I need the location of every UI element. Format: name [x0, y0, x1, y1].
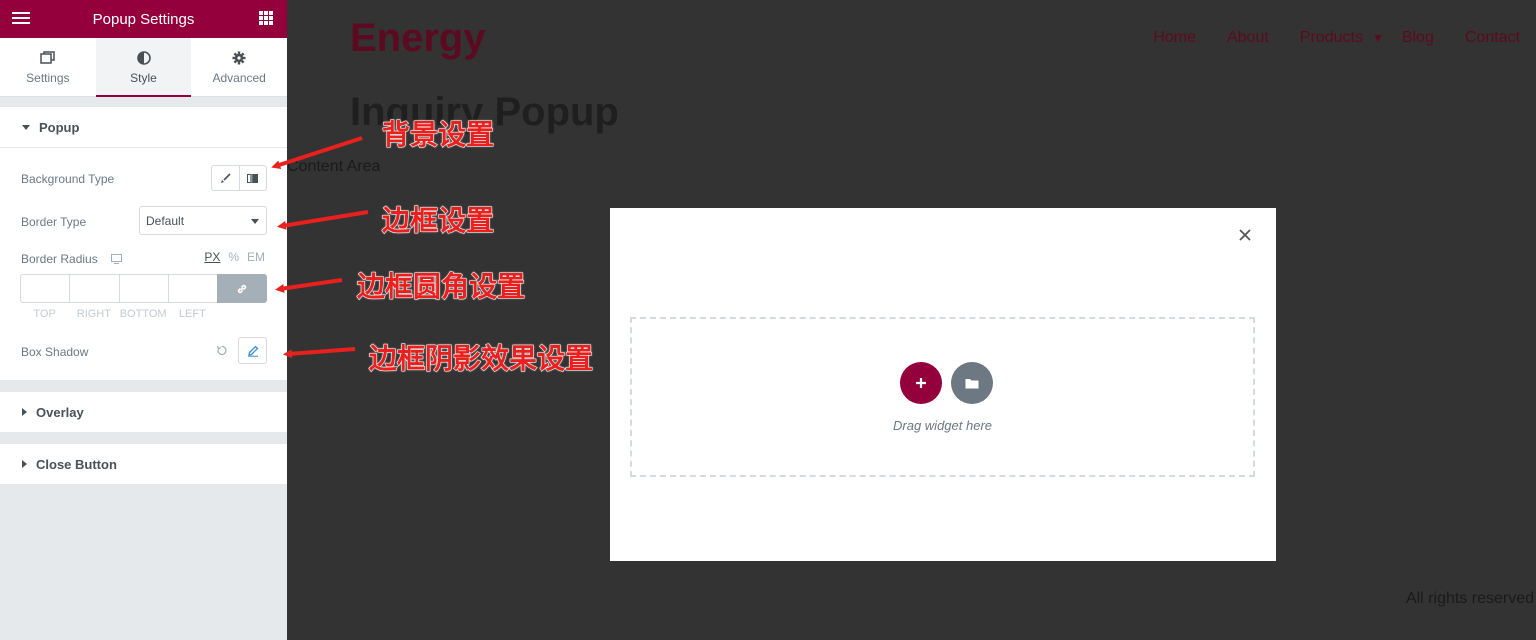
caret-right-icon [22, 408, 27, 416]
gradient-background-button[interactable] [240, 166, 267, 190]
nav-home[interactable]: Home [1153, 29, 1196, 47]
dimension-label-top: TOP [33, 308, 56, 320]
folder-icon [965, 378, 979, 388]
tab-advanced-label: Advanced [212, 70, 266, 85]
popup-modal: Drag widget here [610, 208, 1276, 561]
classic-background-button[interactable] [212, 166, 240, 190]
unit-percent[interactable]: % [228, 250, 239, 264]
popup-section-header[interactable]: Popup [0, 107, 287, 147]
footer-text: All rights reserved [1405, 590, 1534, 607]
dimension-label-left: LEFT [178, 308, 206, 320]
border-type-select[interactable]: Default [139, 206, 267, 235]
dimension-labels: TOP RIGHT BOTTOM LEFT [20, 308, 217, 320]
nav-products[interactable]: Products [1300, 29, 1363, 47]
desktop-icon[interactable] [111, 254, 122, 264]
tab-advanced[interactable]: Advanced [191, 38, 287, 96]
widget-drop-zone[interactable]: Drag widget here [630, 317, 1255, 477]
border-type-label: Border Type [21, 215, 87, 229]
panel-header: Popup Settings [0, 0, 287, 38]
panel-title: Popup Settings [92, 10, 195, 28]
gradient-icon [247, 173, 259, 183]
close-button-section[interactable]: Close Button [0, 444, 287, 484]
gear-icon [231, 50, 247, 66]
background-annotation: 背景设置 [381, 119, 495, 151]
chevron-down-icon [251, 219, 259, 224]
nav-blog[interactable]: Blog [1402, 29, 1434, 47]
popup-section-body: Background Type Border Type Default Bord… [0, 147, 287, 380]
border-annotation: 边框设置 [381, 205, 495, 237]
border-type-value: Default [146, 213, 185, 228]
close-button-section-header[interactable]: Close Button [0, 444, 287, 484]
brush-icon [220, 172, 231, 183]
drag-widget-text: Drag widget here [893, 418, 992, 433]
plus-icon [916, 378, 926, 388]
box-shadow-label: Box Shadow [21, 345, 89, 359]
overlay-section-title: Overlay [36, 404, 84, 420]
link-icon [237, 284, 247, 293]
add-widget-button[interactable] [900, 362, 942, 404]
editor-panel: Popup Settings Settings Style Advanced P… [0, 0, 287, 640]
content-area-text: Content Area [287, 158, 381, 175]
radius-right-input[interactable] [69, 274, 119, 303]
dimension-label-right: RIGHT [76, 308, 111, 320]
half-circle-icon [136, 50, 152, 66]
link-values-button[interactable] [217, 274, 267, 303]
close-button-section-title: Close Button [36, 456, 117, 472]
radius-bottom-input[interactable] [118, 274, 168, 303]
box-shadow-annotation: 边框阴影效果设置 [368, 343, 594, 375]
panel-tabs: Settings Style Advanced [0, 38, 287, 97]
unit-switcher: PX % EM [204, 250, 265, 264]
nav-about[interactable]: About [1227, 29, 1269, 47]
template-library-button[interactable] [951, 362, 993, 404]
unit-px[interactable]: PX [204, 250, 220, 264]
pencil-icon [247, 345, 258, 357]
preview-canvas: Energy Home About Products ▼ Blog Contac… [287, 0, 1536, 640]
site-title[interactable]: Energy [350, 16, 486, 61]
close-icon[interactable] [1236, 226, 1254, 244]
background-type-toggle [211, 165, 267, 191]
overlay-section[interactable]: Overlay [0, 392, 287, 432]
dimension-label-bottom: BOTTOM [119, 308, 167, 320]
tab-style[interactable]: Style [95, 38, 192, 97]
tab-settings[interactable]: Settings [0, 38, 96, 96]
radius-top-input[interactable] [20, 274, 70, 303]
caret-right-icon [22, 460, 27, 468]
nav-contact[interactable]: Contact [1465, 29, 1520, 47]
overlay-section-header[interactable]: Overlay [0, 392, 287, 432]
background-type-label: Background Type [21, 172, 115, 186]
reset-icon[interactable] [216, 345, 227, 356]
hamburger-menu-icon[interactable] [12, 12, 30, 26]
radius-left-input[interactable] [167, 274, 217, 303]
caret-down-icon[interactable]: ▼ [1372, 31, 1384, 45]
border-radius-annotation: 边框圆角设置 [356, 271, 526, 303]
tab-settings-label: Settings [26, 70, 70, 85]
popup-style-section: Popup Background Type Border Type Defaul… [0, 107, 287, 380]
border-radius-inputs [20, 274, 267, 303]
caret-down-icon [22, 124, 30, 130]
window-icon [40, 50, 56, 66]
border-radius-label: Border Radius [21, 252, 98, 266]
site-nav: Home About Products ▼ Blog Contact [1122, 29, 1520, 47]
tab-style-label: Style [130, 70, 157, 85]
popup-section-title: Popup [39, 119, 80, 135]
unit-em[interactable]: EM [247, 250, 265, 264]
widgets-grid-icon[interactable] [259, 11, 273, 25]
box-shadow-edit-button[interactable] [238, 337, 267, 364]
